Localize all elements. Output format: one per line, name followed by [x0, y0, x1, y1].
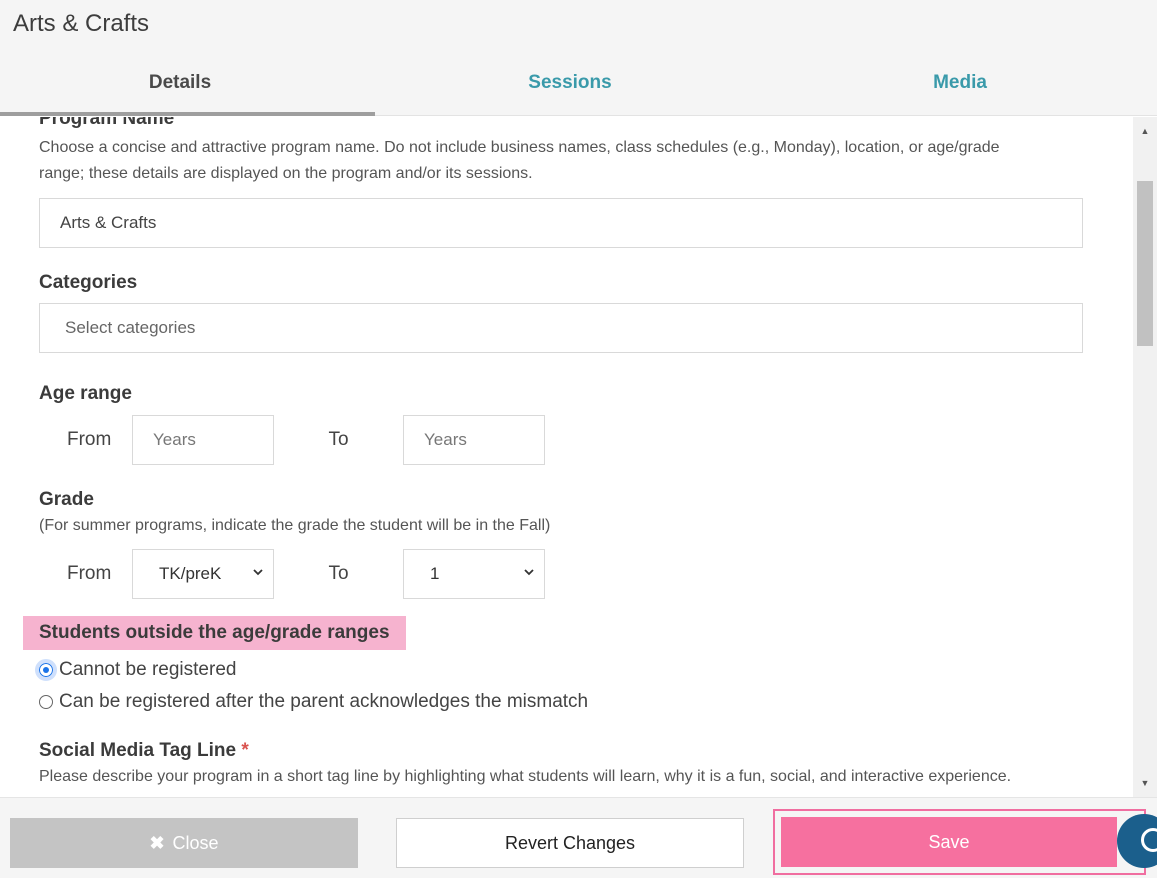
- option-cannot-register-label: Cannot be registered: [59, 659, 237, 680]
- grade-from-select[interactable]: TK/preK: [132, 549, 274, 599]
- chevron-down-icon: [253, 569, 263, 576]
- outside-range-options: Cannot be registered Can be registered a…: [35, 654, 1083, 718]
- categories-label: Categories: [39, 272, 138, 293]
- tab-sessions[interactable]: Sessions: [375, 60, 765, 116]
- program-name-label: Program Name: [39, 117, 175, 129]
- categories-select[interactable]: Select categories: [39, 303, 1083, 353]
- grade-to-label: To: [328, 563, 349, 584]
- required-mark: *: [241, 740, 249, 761]
- tab-media[interactable]: Media: [765, 60, 1155, 116]
- age-to-input[interactable]: Years: [403, 415, 545, 465]
- tab-sessions-label: Sessions: [528, 72, 612, 93]
- page-title: Arts & Crafts: [13, 10, 150, 37]
- option-can-register-label: Can be registered after the parent ackno…: [59, 691, 589, 712]
- grade-from-label: From: [67, 563, 112, 584]
- details-form: Program Name Choose a concise and attrac…: [0, 117, 1133, 797]
- scroll-up-arrow-icon[interactable]: ▲: [1133, 121, 1157, 141]
- tab-media-label: Media: [933, 72, 987, 93]
- form-body: Program Name Choose a concise and attrac…: [23, 117, 1083, 790]
- radio-cannot-register[interactable]: [35, 659, 57, 681]
- radio-can-register[interactable]: [39, 695, 53, 709]
- outside-range-label: Students outside the age/grade ranges: [23, 616, 406, 650]
- age-range-label: Age range: [39, 383, 132, 404]
- dialog-footer: ✖ Close Revert Changes Save: [0, 797, 1157, 878]
- scroll-down-arrow-icon[interactable]: ▼: [1133, 773, 1157, 793]
- age-range-row: From Years To Years: [39, 415, 1083, 465]
- program-name-help: Choose a concise and attractive program …: [39, 139, 1000, 182]
- vertical-scrollbar[interactable]: ▲ ▼: [1133, 117, 1157, 797]
- chevron-down-icon: [524, 569, 534, 576]
- grade-row: From TK/preK To 1: [39, 549, 1083, 599]
- tag-line-help: Please describe your program in a short …: [39, 768, 1012, 785]
- tag-line-label: Social Media Tag Line *: [39, 740, 1083, 762]
- close-button-label: Close: [172, 832, 219, 853]
- revert-changes-button[interactable]: Revert Changes: [396, 818, 744, 868]
- grade-to-select[interactable]: 1: [403, 549, 545, 599]
- outside-range-section: Students outside the age/grade ranges: [23, 616, 1083, 650]
- grade-to-value: 1: [430, 564, 440, 583]
- age-from-input[interactable]: Years: [132, 415, 274, 465]
- program-name-input[interactable]: Arts & Crafts: [39, 198, 1083, 248]
- dialog-header: Arts & Crafts Details Sessions Media: [0, 0, 1157, 116]
- option-can-register[interactable]: Can be registered after the parent ackno…: [39, 686, 1083, 718]
- age-to-label: To: [328, 429, 349, 450]
- age-from-label: From: [67, 429, 112, 450]
- grade-from-value: TK/preK: [159, 564, 222, 583]
- tag-line-label-text: Social Media Tag Line: [39, 740, 237, 761]
- scroll-thumb[interactable]: [1137, 181, 1153, 346]
- tab-details[interactable]: Details: [0, 60, 375, 116]
- save-button[interactable]: Save: [781, 817, 1117, 867]
- tab-details-label: Details: [148, 72, 212, 93]
- grade-help: (For summer programs, indicate the grade…: [39, 517, 551, 534]
- tab-bar: Details Sessions Media: [0, 60, 1157, 116]
- option-cannot-register[interactable]: Cannot be registered: [35, 654, 1083, 686]
- close-icon: ✖: [149, 832, 165, 853]
- close-button[interactable]: ✖ Close: [10, 818, 358, 868]
- grade-label: Grade: [39, 489, 94, 510]
